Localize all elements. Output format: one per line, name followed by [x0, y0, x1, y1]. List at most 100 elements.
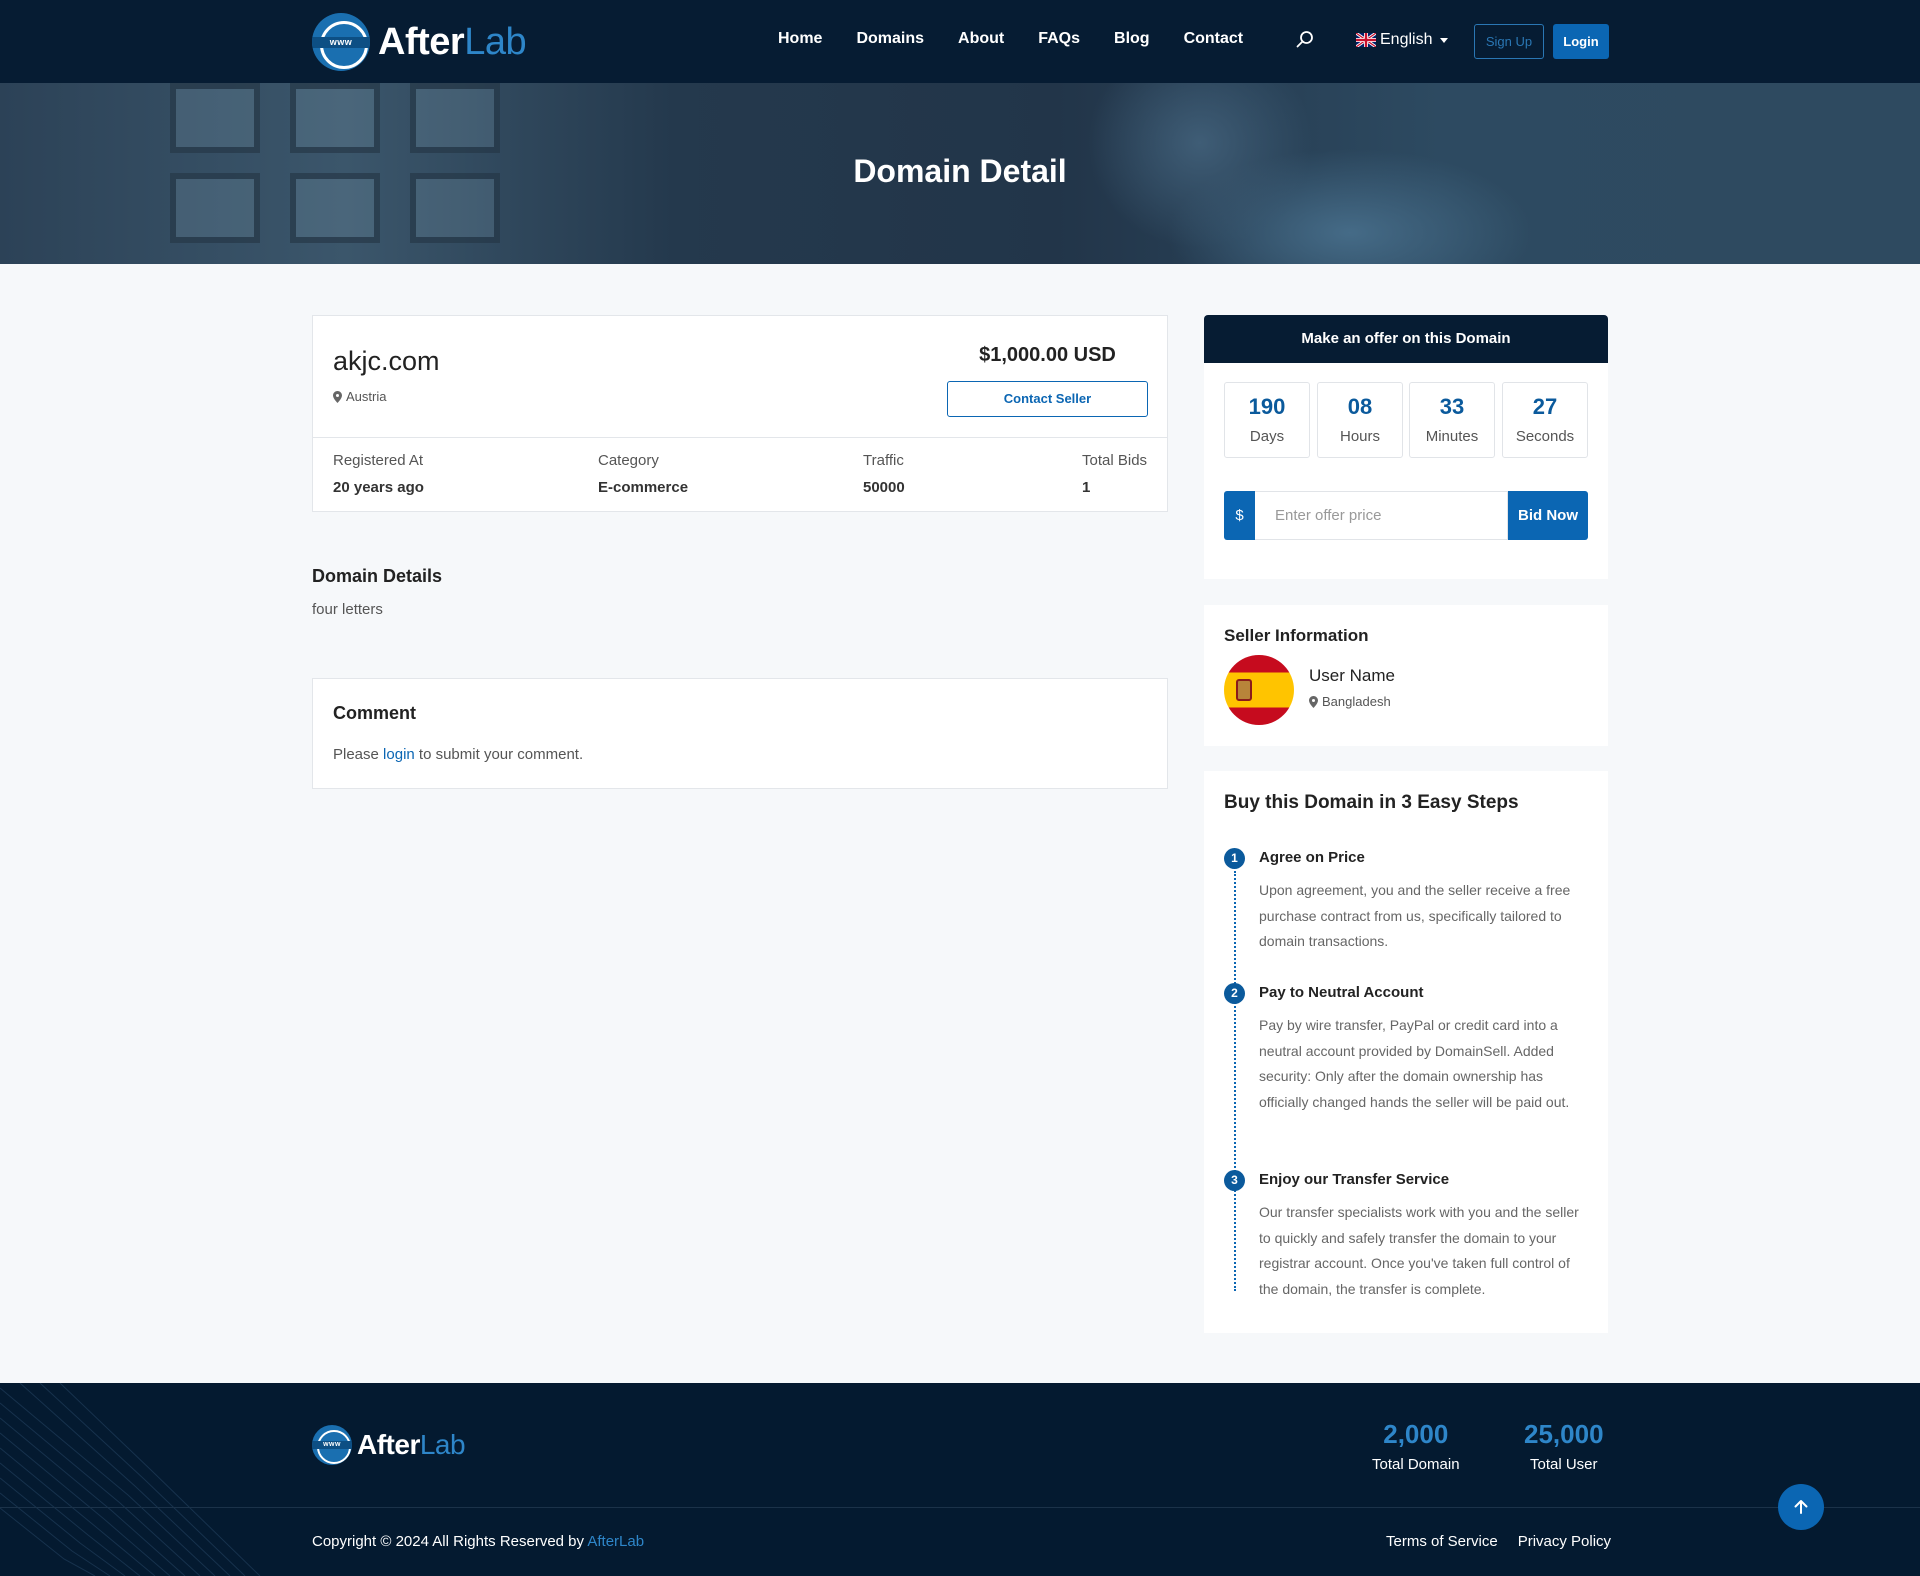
- step-text: Upon agreement, you and the seller recei…: [1259, 882, 1571, 949]
- comment-login-link[interactable]: login: [383, 746, 415, 763]
- main-menu: Home Domains About FAQs Blog Contact: [778, 30, 1277, 48]
- buy-steps-card: Buy this Domain in 3 Easy Steps 1 Agree …: [1204, 771, 1608, 1333]
- stat-total-bids: Total Bids 1: [1082, 452, 1147, 496]
- offer-panel: 190 Days 08 Hours 33 Minutes 27 Seconds …: [1204, 363, 1608, 579]
- stat-value: 1: [1082, 479, 1091, 496]
- footer-stat-label: Total Domain: [1372, 1456, 1460, 1473]
- contact-seller-button[interactable]: Contact Seller: [947, 381, 1148, 417]
- countdown-hours: 08 Hours: [1317, 382, 1403, 458]
- brand-name-part2: Lab: [419, 1429, 466, 1460]
- card-divider: [313, 437, 1167, 438]
- arrow-up-icon: [1794, 1500, 1808, 1514]
- step-title: Agree on Price: [1259, 849, 1365, 866]
- step-number: 2: [1224, 983, 1245, 1004]
- countdown-unit: Hours: [1339, 428, 1380, 445]
- globe-icon: www: [312, 13, 370, 71]
- comment-text: Please login to submit your comment.: [333, 746, 583, 763]
- domain-location: Austria: [333, 389, 386, 404]
- stat-value: 50000: [863, 479, 905, 496]
- seller-info-card: Seller Information User Name Bangladesh: [1204, 605, 1608, 746]
- login-button[interactable]: Login: [1553, 24, 1609, 59]
- logo-mark-text: www: [312, 1441, 352, 1449]
- countdown-days: 190 Days: [1224, 382, 1310, 458]
- step-number: 3: [1224, 1170, 1245, 1191]
- step-text: Pay by wire transfer, PayPal or credit c…: [1259, 1017, 1570, 1110]
- seller-avatar: [1224, 655, 1294, 725]
- steps-timeline: [1234, 871, 1236, 1291]
- privacy-link[interactable]: Privacy Policy: [1518, 1533, 1611, 1550]
- stat-traffic: Traffic 50000: [863, 452, 905, 496]
- nav-domains[interactable]: Domains: [856, 30, 924, 48]
- domain-price: $1,000.00 USD: [979, 344, 1116, 366]
- stat-label: Category: [598, 452, 659, 469]
- map-pin-icon: [1309, 695, 1318, 708]
- stat-label: Traffic: [863, 452, 904, 469]
- language-selector[interactable]: English: [1356, 31, 1449, 49]
- footer-stat-label: Total User: [1530, 1456, 1598, 1473]
- signup-button[interactable]: Sign Up: [1474, 24, 1544, 59]
- footer-stat-value: 2,000: [1383, 1419, 1449, 1449]
- footer-divider: [0, 1507, 1920, 1508]
- copyright-brand-link[interactable]: AfterLab: [587, 1533, 644, 1550]
- stat-label: Registered At: [333, 452, 424, 469]
- seller-location-label: Bangladesh: [1322, 694, 1391, 709]
- countdown-value: 190: [1248, 394, 1286, 419]
- globe-icon: www: [312, 1425, 352, 1465]
- stat-registered: Registered At 20 years ago: [333, 452, 424, 496]
- top-navbar: www AfterLab Home Domains About FAQs Blo…: [0, 0, 1920, 83]
- comment-card: Comment Please login to submit your comm…: [312, 678, 1168, 789]
- stat-value: E-commerce: [598, 479, 689, 496]
- back-to-top-button[interactable]: [1778, 1484, 1824, 1530]
- stat-category: Category E-commerce: [598, 452, 688, 496]
- domain-details-text: four letters: [312, 601, 383, 618]
- countdown-seconds: 27 Seconds: [1502, 382, 1588, 458]
- stat-value: 20 years ago: [333, 479, 424, 496]
- domain-summary-card: akjc.com Austria $1,000.00 USD Contact S…: [312, 315, 1168, 512]
- coat-of-arms-icon: [1236, 679, 1252, 701]
- countdown-unit: Days: [1249, 428, 1285, 445]
- nav-blog[interactable]: Blog: [1114, 30, 1150, 48]
- comment-prefix: Please: [333, 746, 384, 763]
- footer-logo[interactable]: www AfterLab: [312, 1425, 466, 1465]
- hero-banner: Domain Detail: [0, 83, 1920, 264]
- map-pin-icon: [333, 390, 342, 403]
- caret-down-icon: [1440, 37, 1449, 43]
- offer-price-input[interactable]: [1255, 491, 1508, 540]
- search-icon[interactable]: [1296, 30, 1314, 48]
- nav-home[interactable]: Home: [778, 30, 822, 48]
- hero-window-decoration: [410, 83, 500, 153]
- domain-location-label: Austria: [346, 389, 387, 404]
- nav-faqs[interactable]: FAQs: [1038, 30, 1080, 48]
- nav-contact[interactable]: Contact: [1184, 30, 1244, 48]
- footer-stat-value: 25,000: [1524, 1419, 1604, 1449]
- copyright-text: Copyright © 2024 All Rights Reserved by: [312, 1533, 588, 1550]
- stat-label: Total Bids: [1082, 452, 1148, 469]
- domain-details-heading: Domain Details: [312, 566, 443, 586]
- hero-window-decoration: [290, 83, 380, 153]
- comment-suffix: to submit your comment.: [414, 746, 584, 763]
- step-number: 1: [1224, 848, 1245, 869]
- logo-mark-text: www: [312, 37, 370, 48]
- bid-now-button[interactable]: Bid Now: [1508, 491, 1588, 540]
- footer-brand-name: AfterLab: [357, 1429, 466, 1461]
- brand-logo[interactable]: www AfterLab: [312, 13, 527, 71]
- nav-about[interactable]: About: [958, 30, 1004, 48]
- steps-heading: Buy this Domain in 3 Easy Steps: [1224, 792, 1519, 813]
- hero-window-decoration: [170, 83, 260, 153]
- countdown-unit: Minutes: [1425, 428, 1479, 445]
- countdown-minutes: 33 Minutes: [1409, 382, 1495, 458]
- countdown-value: 08: [1347, 394, 1373, 419]
- site-footer: www AfterLab 2,000 Total Domain 25,000 T…: [0, 1383, 1920, 1576]
- brand-name-part1: After: [378, 20, 465, 63]
- countdown-unit: Seconds: [1515, 428, 1575, 445]
- footer-links: Terms of Service Privacy Policy: [1386, 1533, 1611, 1550]
- copyright: Copyright © 2024 All Rights Reserved by …: [312, 1533, 644, 1550]
- language-label: English: [1380, 31, 1433, 48]
- step-title: Enjoy our Transfer Service: [1259, 1171, 1450, 1188]
- uk-flag-icon: [1356, 33, 1376, 47]
- brand-name: AfterLab: [378, 20, 527, 64]
- step-text: Our transfer specialists work with you a…: [1259, 1204, 1579, 1297]
- brand-name-part1: After: [357, 1429, 420, 1460]
- seller-name[interactable]: User Name: [1309, 666, 1395, 686]
- terms-link[interactable]: Terms of Service: [1386, 1533, 1498, 1550]
